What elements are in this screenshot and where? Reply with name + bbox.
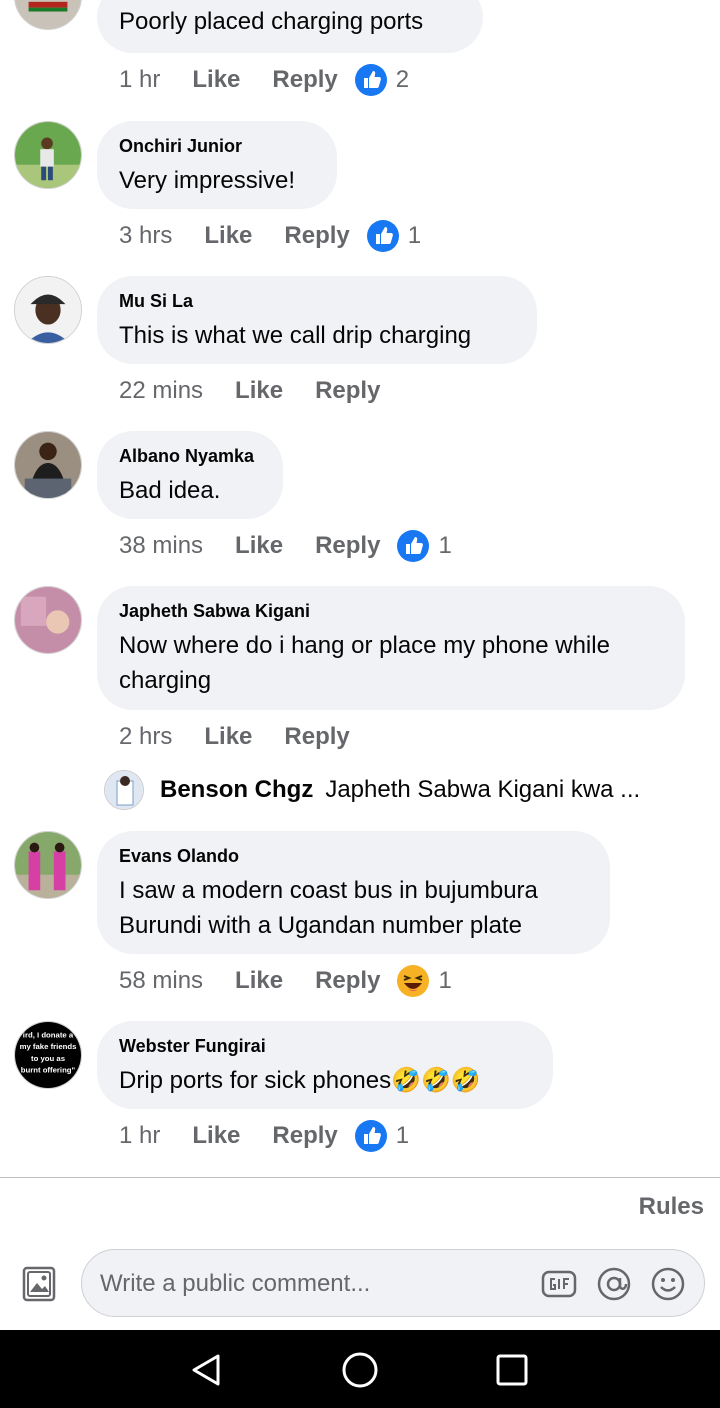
avatar-caption: ird, I donate a [23,1031,74,1040]
comment-composer [81,1249,705,1317]
reaction-count: 1 [438,967,452,994]
avatar[interactable] [104,770,144,810]
comment-bubble: Evans Olando I saw a modern coast bus in… [97,831,610,954]
comment-time[interactable]: 1 hr [119,1122,160,1150]
avatar-caption: to you as [31,1054,65,1063]
emoji-icon[interactable] [650,1266,686,1302]
comment-bubble: Onchiri Junior Very impressive! [97,121,337,209]
like-button[interactable]: Like [204,723,252,751]
reply-preview[interactable]: Benson Chgz Japheth Sabwa Kigani kwa ... [104,770,640,810]
comment-author[interactable]: Onchiri Junior [119,135,315,157]
reaction-summary[interactable]: 1 [396,964,452,998]
comment-actions: 38 mins Like Reply 1 [119,529,452,563]
comment-actions: 2 hrs Like Reply [119,720,366,754]
comment-text: Very impressive! [119,167,296,194]
reply-button[interactable]: Reply [284,723,349,751]
comment-time[interactable]: 1 hr [119,66,160,94]
reply-button[interactable]: Reply [272,66,337,94]
like-reaction-icon [354,64,387,96]
back-icon[interactable] [186,1350,226,1390]
comment-bubble: Poorly placed charging ports [97,0,483,53]
comment-actions: 1 hr Like Reply 1 [119,1119,409,1153]
like-button[interactable]: Like [235,967,283,995]
reaction-summary[interactable]: 1 [396,529,452,563]
reply-button[interactable]: Reply [315,967,380,995]
comment-bubble: Mu Si La This is what we call drip charg… [97,276,537,364]
comment-time[interactable]: 22 mins [119,377,203,405]
like-button[interactable]: Like [204,222,252,250]
like-button[interactable]: Like [192,1122,240,1150]
avatar-caption: burnt offering" [21,1065,76,1074]
reply-button[interactable]: Reply [272,1122,337,1150]
reaction-count: 1 [395,1122,410,1149]
comment-author[interactable]: Mu Si La [119,290,515,312]
recent-apps-icon[interactable] [492,1350,532,1390]
comment-actions: 1 hr Like Reply 2 [119,63,409,97]
avatar[interactable] [14,831,82,899]
reaction-summary[interactable]: 1 [354,1119,409,1153]
reaction-summary[interactable]: 1 [366,219,421,253]
reaction-count: 1 [407,222,422,249]
reaction-count: 1 [438,532,452,559]
comment-text: Bad idea. [119,477,221,504]
comment-bubble: Japheth Sabwa Kigani Now where do i hang… [97,586,685,710]
avatar[interactable] [14,0,82,30]
comment-author[interactable]: Japheth Sabwa Kigani [119,600,663,622]
comment-time[interactable]: 2 hrs [119,723,172,751]
avatar[interactable] [14,121,82,189]
comment-time[interactable]: 38 mins [119,532,203,560]
avatar-caption: my fake friends [20,1042,77,1051]
comment-time[interactable]: 58 mins [119,967,203,995]
comment-text: This is what we call drip charging [119,322,472,349]
haha-reaction-icon [397,965,430,997]
comment-actions: 3 hrs Like Reply 1 [119,219,421,253]
comment-text: Poorly placed charging ports [119,8,424,35]
gif-icon[interactable] [541,1266,577,1302]
comment-text: Drip ports for sick phones🤣🤣🤣 [119,1067,481,1094]
reply-button[interactable]: Reply [284,222,349,250]
like-reaction-icon [354,1120,387,1152]
comment-author[interactable]: Albano Nyamka [119,445,261,467]
comment-author[interactable]: Evans Olando [119,845,588,867]
divider [0,1177,720,1178]
avatar[interactable]: ird, I donate a my fake friends to you a… [14,1021,82,1089]
comment-text: Now where do i hang or place my phone wh… [119,632,610,694]
system-navigation-bar [0,1330,720,1408]
avatar[interactable] [14,431,82,499]
at-icon[interactable] [596,1266,632,1302]
comment-author[interactable]: Webster Fungirai [119,1035,531,1057]
comment-input[interactable] [100,1262,520,1306]
like-button[interactable]: Like [192,66,240,94]
comment-text: I saw a modern coast bus in bujumbura Bu… [119,877,538,939]
like-reaction-icon [397,530,430,562]
rules-link[interactable]: Rules [639,1193,704,1221]
like-button[interactable]: Like [235,532,283,560]
reply-text: Japheth Sabwa Kigani kwa ... [325,776,641,803]
reply-button[interactable]: Reply [315,377,380,405]
reply-button[interactable]: Reply [315,532,380,560]
home-icon[interactable] [340,1350,380,1390]
comment-time[interactable]: 3 hrs [119,222,172,250]
comment-actions: 58 mins Like Reply 1 [119,964,452,998]
avatar[interactable] [14,276,82,344]
reaction-count: 2 [395,66,410,93]
comment-bubble: Albano Nyamka Bad idea. [97,431,283,519]
avatar[interactable] [14,586,82,654]
comment-actions: 22 mins Like Reply [119,374,396,408]
comment-bubble: Webster Fungirai Drip ports for sick pho… [97,1021,553,1109]
like-reaction-icon [366,220,399,252]
reaction-summary[interactable]: 2 [354,63,409,97]
like-button[interactable]: Like [235,377,283,405]
photo-icon[interactable] [20,1264,60,1304]
reply-author[interactable]: Benson Chgz [160,776,313,804]
